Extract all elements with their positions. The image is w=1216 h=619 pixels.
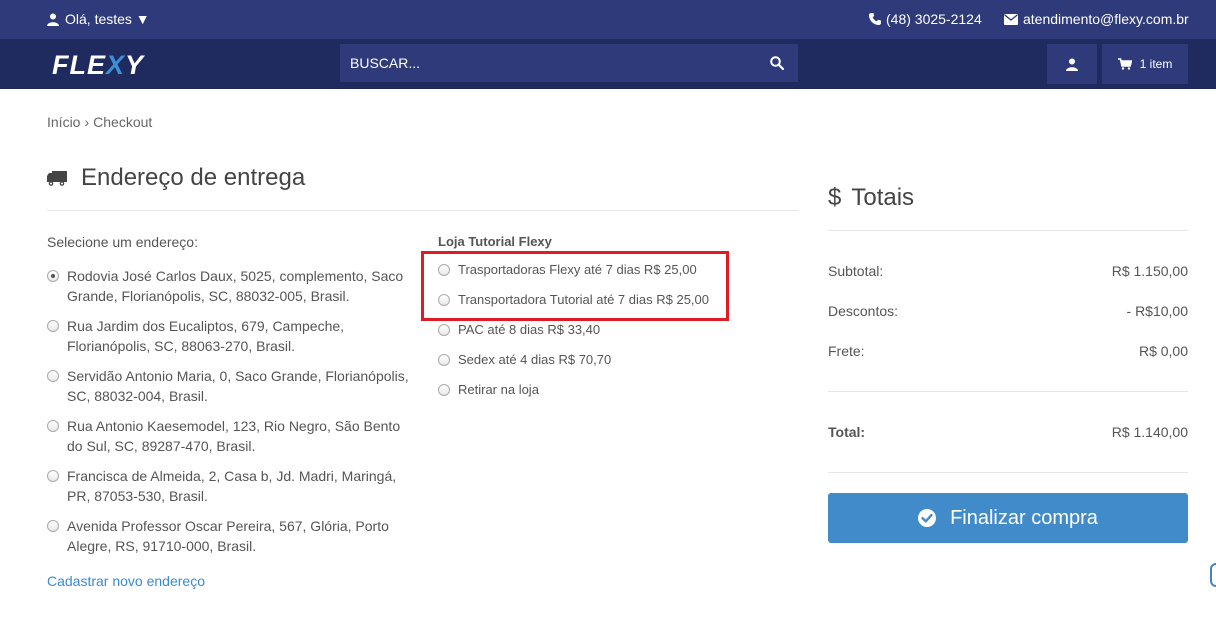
breadcrumb: Início › Checkout [47,114,152,130]
main-header: FLEXY 1 item [0,39,1216,89]
subtotal-value: R$ 1.150,00 [1111,263,1188,279]
address-radio[interactable] [47,370,59,382]
check-circle-icon [918,509,937,527]
shipping-cost-label: Frete: [828,343,865,359]
delivery-heading: Endereço de entrega [47,164,305,192]
address-text: Rua Antonio Kaesemodel, 123, Rio Negro, … [67,418,401,454]
shipping-cost-value: R$ 0,00 [1138,343,1188,359]
cart-count: 1 item [1139,57,1173,71]
search-button[interactable] [756,44,798,82]
total-label: Total: [828,424,866,440]
phone-number: (48) 3025-2124 [886,11,982,27]
user-icon [1066,58,1078,71]
address-option[interactable]: Rua Jardim dos Eucaliptos, 679, Campeche… [47,316,417,356]
user-icon [47,13,59,26]
address-radio[interactable] [47,320,59,332]
search-icon [770,56,784,70]
divider [828,230,1188,231]
envelope-icon [1004,13,1018,25]
user-menu[interactable]: Olá, testes ▼ [47,11,150,27]
divider [47,210,798,211]
dollar-icon: $ [828,184,842,211]
search-bar [340,44,798,82]
address-option[interactable]: Avenida Professor Oscar Pereira, 567, Gl… [47,516,417,556]
shipping-option[interactable]: Sedex até 4 dias R$ 70,70 [438,352,611,367]
totals-heading: $ Totais [828,184,914,212]
new-address-link[interactable]: Cadastrar novo endereço [47,573,205,589]
breadcrumb-home[interactable]: Início [47,114,80,130]
subtotal-row: Subtotal: R$ 1.150,00 [828,263,1188,279]
chevron-right-icon: › [84,114,90,130]
shipping-label: Sedex até 4 dias R$ 70,70 [458,352,612,367]
address-select-label: Selecione um endereço: [47,234,198,250]
shipping-row: Frete: R$ 0,00 [828,343,1188,359]
address-radio[interactable] [47,420,59,432]
discount-row: Descontos: - R$10,00 [828,303,1188,319]
shipping-radio[interactable] [438,323,450,336]
shipping-option[interactable]: Retirar na loja [438,382,539,397]
shipping-radio[interactable] [438,353,450,366]
address-text: Rua Jardim dos Eucaliptos, 679, Campeche… [67,318,345,354]
user-greeting: Olá, testes ▼ [65,11,150,27]
address-text: Avenida Professor Oscar Pereira, 567, Gl… [67,518,389,554]
discount-value: - R$10,00 [1126,303,1188,319]
total-value: R$ 1.140,00 [1111,424,1188,440]
address-radio[interactable] [47,470,59,482]
finish-label: Finalizar compra [950,506,1098,529]
divider [828,472,1188,473]
top-bar: Olá, testes ▼ (48) 3025-2124 atendimento… [0,0,1216,39]
address-text: Francisca de Almeida, 2, Casa b, Jd. Mad… [67,468,397,504]
phone-contact: (48) 3025-2124 [869,11,982,27]
cart-button[interactable]: 1 item [1102,44,1188,84]
address-text: Servidão Antonio Maria, 0, Saco Grande, … [67,368,409,404]
divider [828,391,1188,392]
flexy-logo[interactable]: FLEXY [52,50,144,81]
delivery-title: Endereço de entrega [81,164,306,191]
address-option[interactable]: Francisca de Almeida, 2, Casa b, Jd. Mad… [47,466,417,506]
address-text: Rodovia José Carlos Daux, 5025, compleme… [67,268,404,304]
discount-label: Descontos: [828,303,899,319]
highlight-box [421,251,729,321]
address-option[interactable]: Rua Antonio Kaesemodel, 123, Rio Negro, … [47,416,417,456]
email-address: atendimento@flexy.com.br [1023,11,1189,27]
breadcrumb-current: Checkout [93,114,153,130]
totals-title: Totais [851,184,915,211]
shipping-radio[interactable] [438,383,450,396]
phone-icon [869,13,881,25]
shipping-option[interactable]: PAC até 8 dias R$ 33,40 [438,322,600,337]
account-button[interactable] [1047,44,1097,84]
shipping-label: PAC até 8 dias R$ 33,40 [458,322,601,337]
address-option[interactable]: Rodovia José Carlos Daux, 5025, compleme… [47,266,417,306]
store-title: Loja Tutorial Flexy [438,234,552,249]
address-radio[interactable] [47,270,59,282]
address-option[interactable]: Servidão Antonio Maria, 0, Saco Grande, … [47,366,417,406]
address-radio[interactable] [47,520,59,532]
search-input[interactable] [340,44,756,82]
truck-icon [47,170,67,186]
subtotal-label: Subtotal: [828,263,884,279]
cart-icon [1117,58,1132,70]
total-row: Total: R$ 1.140,00 [828,424,1188,440]
shipping-label: Retirar na loja [458,382,539,397]
chat-widget-edge[interactable] [1210,563,1216,587]
email-contact[interactable]: atendimento@flexy.com.br [1004,11,1189,27]
finish-purchase-button[interactable]: Finalizar compra [828,493,1188,543]
